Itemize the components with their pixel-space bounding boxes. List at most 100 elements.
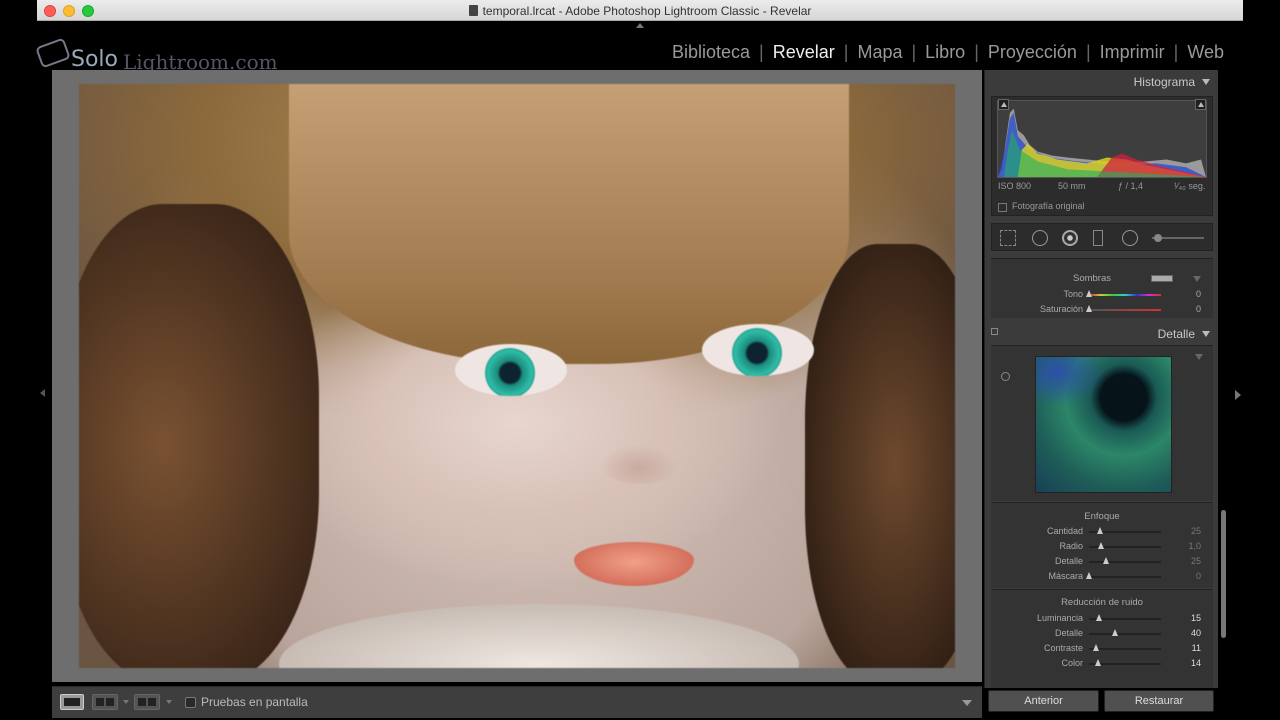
radial-filter-icon[interactable] [1122,230,1138,246]
module-imprimir[interactable]: Imprimir [1091,42,1174,63]
detail-header[interactable]: Detalle [1158,327,1210,341]
toolbar-content-dropdown-icon[interactable] [962,700,972,706]
detail-preview-panel [991,345,1213,501]
slider-saturacion[interactable]: Saturación 0 [991,303,1213,317]
right-panel-toggle-icon[interactable] [1235,390,1241,400]
slider-label: Contraste [1043,643,1083,653]
slider-tono[interactable]: Tono 0 [991,288,1213,302]
slider-thumb[interactable] [1096,527,1103,534]
photo-lips [574,542,694,586]
histogram-title: Histograma [1133,75,1195,89]
slider-value: 40 [1190,628,1201,638]
noise-reduction-panel: Reducción de ruido Luminancia 15 Detalle 40… [991,589,1213,688]
document-icon [468,5,478,16]
sharpening-title: Enfoque [1084,511,1120,522]
soft-proofing-label: Pruebas en pantalla [201,695,308,709]
slider-value: 15 [1190,613,1201,623]
swap-before-after-button[interactable] [134,694,160,710]
slider-value: 1,0 [1188,541,1201,551]
slider-label: Luminancia [1036,613,1083,623]
slider-track[interactable] [1089,309,1161,311]
slider-thumb[interactable] [1086,305,1092,312]
right-panel: Histograma ISO 800 50 mm ƒ / 1,4 ¹⁄₄₀ se… [984,70,1218,688]
slider-radio[interactable]: Radio 1,0 [991,540,1213,554]
slider-track[interactable] [1089,561,1161,563]
exif-aperture: ƒ / 1,4 [1118,181,1144,191]
slider-thumb[interactable] [1095,659,1102,666]
module-revelar[interactable]: Revelar [764,42,844,63]
original-photo-checkbox[interactable] [998,203,1007,212]
slider-value: 11 [1191,643,1201,653]
target-icon[interactable] [1001,372,1010,381]
slider-color[interactable]: Color 14 [991,657,1213,671]
detail-panel-switch[interactable] [991,328,998,335]
before-after-button[interactable] [92,694,118,710]
slider-value: 0 [1195,289,1201,299]
slider-label: Cantidad [1046,526,1083,536]
doll-photo[interactable] [79,84,955,668]
collapse-top-panel-icon[interactable] [636,23,644,28]
reset-button[interactable]: Restaurar [1104,690,1214,712]
exif-focal: 50 mm [1058,181,1086,191]
module-proyeccion[interactable]: Proyección [979,42,1086,63]
window-title-text: temporal.lrcat - Adobe Photoshop Lightro… [482,4,812,18]
shadow-clipping-icon[interactable] [998,99,1009,110]
right-panel-scrollbar[interactable] [1221,510,1226,638]
slider-thumb[interactable] [1086,572,1092,579]
loupe-view-button[interactable] [60,694,84,710]
window-title: temporal.lrcat - Adobe Photoshop Lightro… [37,4,1243,18]
slider-track[interactable] [1089,648,1161,650]
slider-value: 14 [1190,658,1201,668]
before-after-dropdown-icon[interactable] [123,700,129,704]
detail-title: Detalle [1157,327,1195,341]
shadows-color-swatch[interactable] [1151,275,1173,282]
module-biblioteca[interactable]: Biblioteca [663,42,759,63]
slider-thumb[interactable] [1112,629,1119,636]
slider-luminancia[interactable]: Luminancia 15 [991,612,1213,626]
slider-thumb[interactable] [1093,644,1100,651]
left-panel-toggle-icon[interactable] [40,389,45,397]
crop-tool-icon[interactable] [1000,230,1016,246]
photo-canvas[interactable] [52,70,982,682]
highlight-clipping-icon[interactable] [1195,99,1206,110]
photo-eye-right [702,324,814,376]
noise-reduction-title: Reducción de ruido [1061,597,1143,608]
module-web[interactable]: Web [1178,42,1233,63]
shadows-dropdown-icon[interactable] [1193,276,1201,282]
slider-thumb[interactable] [1097,542,1104,549]
slider-detalle[interactable]: Detalle 40 [991,627,1213,641]
swap-dropdown-icon[interactable] [166,700,172,704]
photo-hair-left [79,204,319,668]
histogram-header[interactable]: Histograma [1134,75,1210,89]
graduated-filter-icon[interactable] [1093,230,1103,246]
slider-máscara[interactable]: Máscara 0 [991,570,1213,584]
spot-removal-icon[interactable] [1032,230,1048,246]
slider-track[interactable] [1089,294,1161,296]
slider-thumb[interactable] [1102,557,1109,564]
adjustment-brush-icon[interactable] [1154,234,1162,242]
collapse-icon[interactable] [1202,331,1210,337]
histogram-graph[interactable] [997,100,1207,178]
slider-cantidad[interactable]: Cantidad 25 [991,525,1213,539]
module-libro[interactable]: Libro [916,42,974,63]
slider-track[interactable] [1089,576,1161,578]
slider-value: 0 [1195,304,1201,314]
previous-button[interactable]: Anterior [988,690,1099,712]
collapse-icon[interactable] [1202,79,1210,85]
slider-thumb[interactable] [1095,614,1102,621]
photo-hair-right [805,244,955,668]
module-mapa[interactable]: Mapa [848,42,911,63]
preview-toggle-icon[interactable] [1195,354,1203,360]
slider-label: Radio [1059,541,1083,551]
photo-bangs [289,84,849,364]
detail-zoom-preview[interactable] [1035,356,1172,493]
soft-proofing-checkbox[interactable] [185,697,196,708]
slider-detalle[interactable]: Detalle 25 [991,555,1213,569]
slider-thumb[interactable] [1086,290,1092,297]
slider-label: Tono [1063,289,1083,299]
sharpening-panel: Enfoque Cantidad 25 Radio 1,0 Detalle 25 Másca… [991,502,1213,588]
photo-eye-left [455,344,567,396]
red-eye-icon[interactable] [1062,230,1078,246]
slider-contraste[interactable]: Contraste 11 [991,642,1213,656]
slider-track[interactable] [1089,633,1161,635]
